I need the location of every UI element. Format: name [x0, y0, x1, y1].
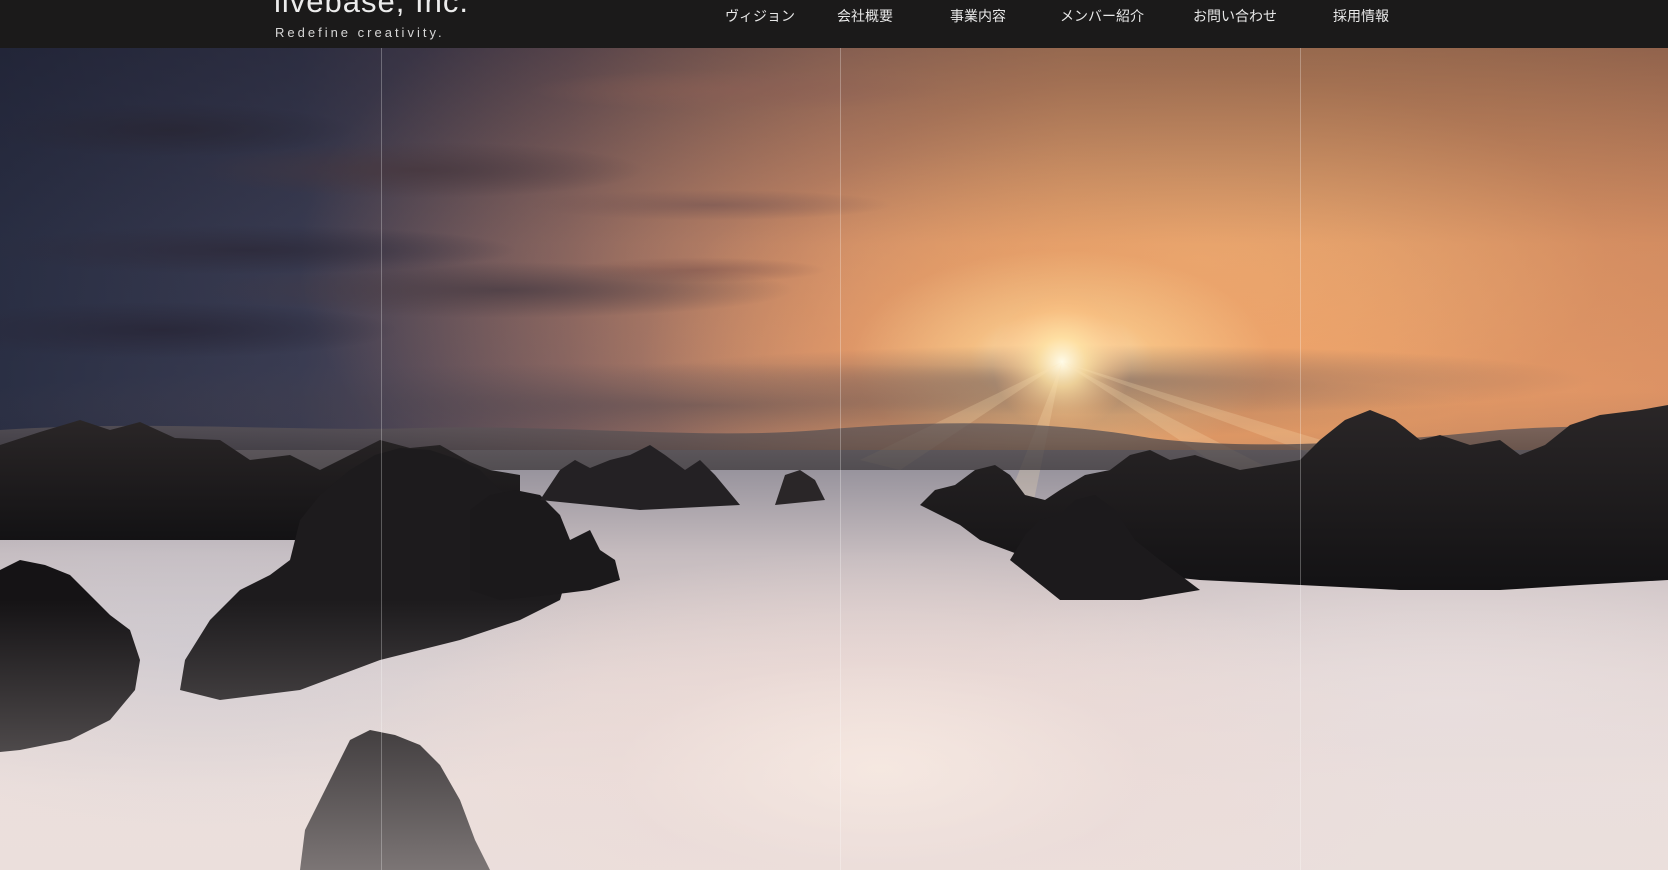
brand-name: livebase, Inc.: [274, 0, 469, 19]
hero-column-divider: [381, 48, 382, 870]
nav-item-business[interactable]: 事業内容: [950, 6, 1006, 26]
nav-item-members[interactable]: メンバー紹介: [1060, 6, 1144, 26]
hero-column-divider: [840, 48, 841, 870]
nav-item-company[interactable]: 会社概要: [837, 6, 893, 26]
nav-item-vision[interactable]: ヴィジョン: [725, 6, 795, 26]
hero-mountains: [0, 292, 1668, 870]
page: livebase, Inc. Redefine creativity. ヴィジョ…: [0, 0, 1668, 870]
brand-logo-link[interactable]: livebase, Inc. Redefine creativity.: [274, 0, 494, 48]
site-header: livebase, Inc. Redefine creativity. ヴィジョ…: [0, 0, 1668, 48]
hero-column-divider: [1300, 48, 1301, 870]
brand-tagline: Redefine creativity.: [275, 25, 445, 40]
nav-item-recruit[interactable]: 採用情報: [1333, 6, 1389, 26]
hero-image: [0, 0, 1668, 870]
nav-item-contact[interactable]: お問い合わせ: [1193, 6, 1277, 26]
